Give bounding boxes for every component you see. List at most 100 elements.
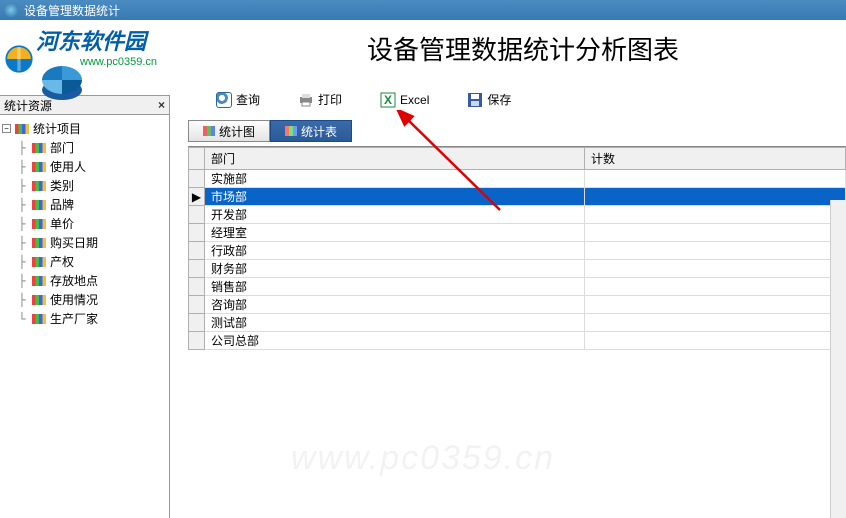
table-row[interactable]: 经理室 [189,224,846,242]
row-gutter [189,224,205,242]
tabset: 统计图 统计表 [170,120,846,142]
col-dept[interactable]: 部门 [205,148,585,170]
row-gutter [189,314,205,332]
excel-button[interactable]: X Excel [380,92,429,108]
toolbar: 查询 打印 X Excel 保存 [170,80,846,120]
cell-dept: 销售部 [205,278,585,296]
pie-chart-icon [38,60,86,108]
tree-item-label: 存放地点 [50,272,98,289]
tree-item[interactable]: ├品牌 [2,195,167,214]
cell-count [585,242,846,260]
bars-icon [32,314,46,324]
bars-icon [32,181,46,191]
grid-wrap: 部门 计数 实施部▶市场部开发部经理室行政部财务部销售部咨询部测试部公司总部 [188,146,846,518]
tree-item[interactable]: └生产厂家 [2,309,167,328]
col-count[interactable]: 计数 [585,148,846,170]
tree-item-label: 部门 [50,139,74,156]
tree-item[interactable]: ├使用情况 [2,290,167,309]
tree-item-label: 使用情况 [50,291,98,308]
row-gutter [189,206,205,224]
tree-item-label: 使用人 [50,158,86,175]
table-row[interactable]: 开发部 [189,206,846,224]
row-gutter [189,170,205,188]
bars-icon [32,162,46,172]
tab-chart[interactable]: 统计图 [188,120,270,142]
bars-icon [32,257,46,267]
sidebar-close-icon[interactable]: × [158,98,165,112]
table-row[interactable]: ▶市场部 [189,188,846,206]
row-gutter [189,332,205,350]
cell-dept: 经理室 [205,224,585,242]
tree-root-label: 统计项目 [33,120,81,137]
bars-icon [32,200,46,210]
titlebar: 设备管理数据统计 [0,0,846,20]
tab-table[interactable]: 统计表 [270,120,352,142]
row-gutter [189,278,205,296]
cell-count [585,224,846,242]
page-title: 设备管理数据统计分析图表 [200,30,846,67]
cell-count [585,278,846,296]
gutter-header [189,148,205,170]
cell-dept: 市场部 [205,188,585,206]
tree-root[interactable]: − 统计项目 [2,119,167,138]
table-row[interactable]: 公司总部 [189,332,846,350]
bars-icon [32,276,46,286]
tree: − 统计项目 ├部门├使用人├类别├品牌├单价├购买日期├产权├存放地点├使用情… [0,115,169,518]
excel-icon: X [380,92,396,108]
tree-item[interactable]: ├产权 [2,252,167,271]
bars-icon [32,295,46,305]
cell-dept: 财务部 [205,260,585,278]
cell-dept: 测试部 [205,314,585,332]
tree-item[interactable]: ├购买日期 [2,233,167,252]
tree-item[interactable]: ├类别 [2,176,167,195]
tree-item-label: 生产厂家 [50,310,98,327]
table-row[interactable]: 销售部 [189,278,846,296]
tree-item[interactable]: ├存放地点 [2,271,167,290]
tree-item-label: 产权 [50,253,74,270]
cell-dept: 实施部 [205,170,585,188]
table-row[interactable]: 实施部 [189,170,846,188]
cell-dept: 咨询部 [205,296,585,314]
save-button[interactable]: 保存 [467,91,511,108]
floppy-icon [467,92,483,108]
cell-dept: 行政部 [205,242,585,260]
search-icon [216,92,232,108]
main-area: 查询 打印 X Excel 保存 统计图 统计表 [170,80,846,518]
cell-count [585,260,846,278]
table-row[interactable]: 咨询部 [189,296,846,314]
logo-globe-icon [2,42,36,76]
tree-item-label: 品牌 [50,196,74,213]
tree-item[interactable]: ├部门 [2,138,167,157]
cell-count [585,188,846,206]
data-grid[interactable]: 部门 计数 实施部▶市场部开发部经理室行政部财务部销售部咨询部测试部公司总部 [188,147,846,350]
cell-count [585,170,846,188]
cell-count [585,332,846,350]
cell-dept: 公司总部 [205,332,585,350]
bars-icon [203,126,215,136]
vertical-scrollbar[interactable] [830,200,846,518]
table-row[interactable]: 财务部 [189,260,846,278]
bars-icon [15,124,29,134]
tree-item[interactable]: ├使用人 [2,157,167,176]
collapse-icon[interactable]: − [2,124,11,133]
row-gutter: ▶ [189,188,205,206]
row-gutter [189,296,205,314]
cell-count [585,206,846,224]
tree-item-label: 单价 [50,215,74,232]
table-row[interactable]: 行政部 [189,242,846,260]
bars-icon [32,238,46,248]
logo-area: 河东软件园 www.pc0359.cn [0,20,200,90]
bars-icon [32,143,46,153]
query-button[interactable]: 查询 [216,91,260,108]
bars-icon [285,126,297,136]
window-title: 设备管理数据统计 [24,2,120,19]
printer-icon [298,92,314,108]
cell-count [585,314,846,332]
sidebar: 统计资源 × − 统计项目 ├部门├使用人├类别├品牌├单价├购买日期├产权├存… [0,95,170,518]
row-gutter [189,242,205,260]
bars-icon [32,219,46,229]
print-button[interactable]: 打印 [298,91,342,108]
tree-item[interactable]: ├单价 [2,214,167,233]
row-gutter [189,260,205,278]
table-row[interactable]: 测试部 [189,314,846,332]
